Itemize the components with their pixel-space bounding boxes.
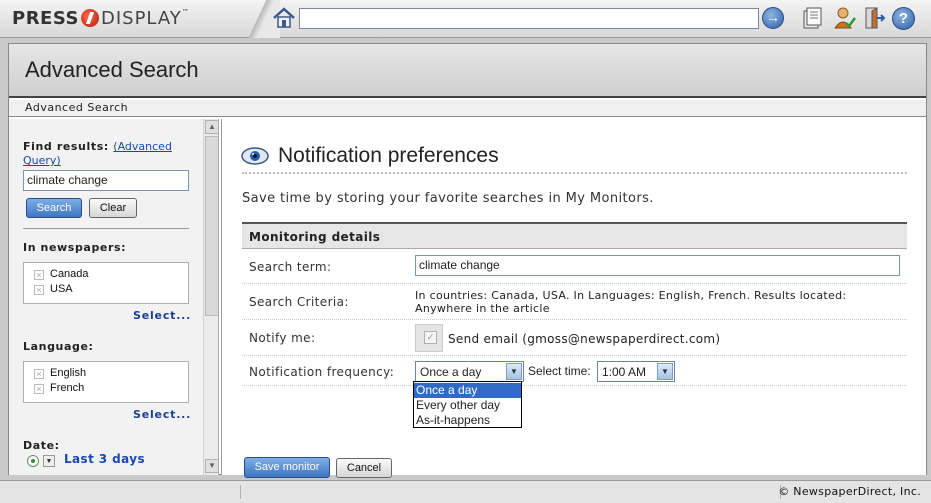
newspapers-select-link[interactable]: Select...	[133, 309, 191, 322]
newspaper-stack-icon[interactable]	[801, 6, 825, 30]
user-check-icon[interactable]	[833, 6, 857, 30]
frequency-option[interactable]: As-it-happens	[414, 413, 521, 428]
sidebar-scrollbar[interactable]: ▲ ▼	[203, 119, 218, 475]
monitoring-details-header: Monitoring details	[242, 222, 907, 249]
top-search-input[interactable]	[299, 8, 759, 29]
chevron-down-icon[interactable]: ▼	[43, 455, 55, 467]
notify-email-text: Send email (gmoss@newspaperdirect.com)	[448, 332, 721, 346]
frequency-row: Notification frequency: Once a day ▼ Sel…	[242, 356, 907, 386]
language-item-label: English	[50, 367, 87, 379]
sidebar-divider	[23, 228, 189, 229]
query-input[interactable]: climate change	[23, 170, 189, 191]
frequency-dropdown-list: Once a day Every other day As-it-happens	[413, 381, 522, 428]
newspaper-item[interactable]: × USA	[34, 283, 73, 295]
exit-door-icon[interactable]	[862, 6, 886, 30]
logo-mark-icon	[80, 9, 99, 27]
breadcrumb-bar: Advanced Search	[9, 100, 926, 117]
frequency-value: Once a day	[420, 365, 482, 379]
search-term-row: Search term: climate change	[242, 249, 907, 284]
clear-button[interactable]: Clear	[89, 198, 137, 218]
newspapers-list: × Canada × USA	[23, 262, 189, 304]
dotted-divider	[242, 172, 907, 174]
scroll-up-icon[interactable]: ▲	[205, 120, 218, 134]
newspaper-item[interactable]: × Canada	[34, 268, 89, 280]
find-results-text: Find results:	[23, 140, 109, 153]
eye-icon	[241, 147, 269, 165]
section-title: Notification preferences	[278, 144, 499, 167]
language-item[interactable]: × French	[34, 382, 84, 394]
language-item[interactable]: × English	[34, 367, 86, 379]
frequency-select[interactable]: Once a day ▼	[415, 361, 524, 382]
criteria-text: In countries: Canada, USA. In Languages:…	[415, 289, 847, 315]
cancel-button[interactable]: Cancel	[336, 458, 392, 478]
date-label: Date:	[23, 439, 60, 452]
frequency-option[interactable]: Every other day	[414, 398, 521, 413]
search-sidebar: Find results: (Advanced Query) climate c…	[9, 119, 219, 475]
frequency-label: Notification frequency:	[249, 365, 395, 379]
section-description: Save time by storing your favorite searc…	[242, 191, 654, 206]
language-item-label: French	[50, 382, 85, 394]
select-time-label: Select time:	[528, 364, 591, 378]
newspapers-label: In newspapers:	[23, 241, 127, 254]
logo-display: DISPLAY	[100, 8, 182, 29]
remove-icon[interactable]: ×	[34, 384, 44, 394]
save-monitor-button[interactable]: Save monitor	[244, 457, 330, 478]
criteria-row: Search Criteria: In countries: Canada, U…	[242, 284, 907, 320]
notify-row: Notify me: Send email (gmoss@newspaperdi…	[242, 320, 907, 356]
time-value: 1:00 AM	[602, 365, 647, 379]
go-arrow-icon[interactable]: →	[762, 7, 784, 29]
newspaper-item-label: Canada	[50, 268, 89, 280]
remove-icon[interactable]: ×	[34, 369, 44, 379]
date-value[interactable]: Last 3 days	[64, 452, 145, 466]
chevron-down-icon[interactable]: ▼	[506, 363, 522, 380]
scroll-down-icon[interactable]: ▼	[205, 459, 218, 473]
logo-tm: ™	[181, 8, 190, 16]
criteria-label: Search Criteria:	[249, 295, 349, 309]
status-bar: © NewspaperDirect, Inc.	[0, 480, 931, 503]
search-term-label: Search term:	[249, 260, 332, 274]
notification-panel: Notification preferences Save time by st…	[221, 119, 926, 478]
language-label: Language:	[23, 340, 94, 353]
page-header: Advanced Search	[9, 44, 926, 98]
home-icon[interactable]	[271, 6, 297, 30]
monitoring-details-title: Monitoring details	[249, 230, 381, 244]
find-results-label: Find results: (Advanced Query)	[23, 140, 183, 168]
notify-label: Notify me:	[249, 331, 316, 345]
breadcrumb[interactable]: Advanced Search	[25, 101, 128, 114]
logo-press: PRESS	[12, 8, 79, 29]
frequency-option[interactable]: Once a day	[414, 383, 521, 398]
scroll-thumb[interactable]	[205, 136, 218, 316]
status-divider	[240, 485, 241, 499]
newspaper-item-label: USA	[50, 283, 73, 295]
pressdisplay-logo[interactable]: PRESS DISPLAY™	[12, 8, 189, 29]
time-select[interactable]: 1:00 AM ▼	[597, 361, 675, 382]
help-icon[interactable]: ?	[892, 7, 915, 30]
copyright-text: © NewspaperDirect, Inc.	[778, 485, 921, 498]
top-toolbar: PRESS DISPLAY™ → ?	[0, 0, 931, 38]
search-term-input[interactable]: climate change	[415, 255, 900, 276]
chevron-down-icon[interactable]: ▼	[657, 363, 673, 380]
email-checkbox[interactable]	[415, 324, 443, 352]
language-select-link[interactable]: Select...	[133, 408, 191, 421]
date-radio[interactable]	[27, 455, 39, 467]
remove-icon[interactable]: ×	[34, 285, 44, 295]
remove-icon[interactable]: ×	[34, 270, 44, 280]
language-list: × English × French	[23, 361, 189, 403]
search-button[interactable]: Search	[26, 198, 82, 218]
page-title: Advanced Search	[25, 57, 199, 82]
